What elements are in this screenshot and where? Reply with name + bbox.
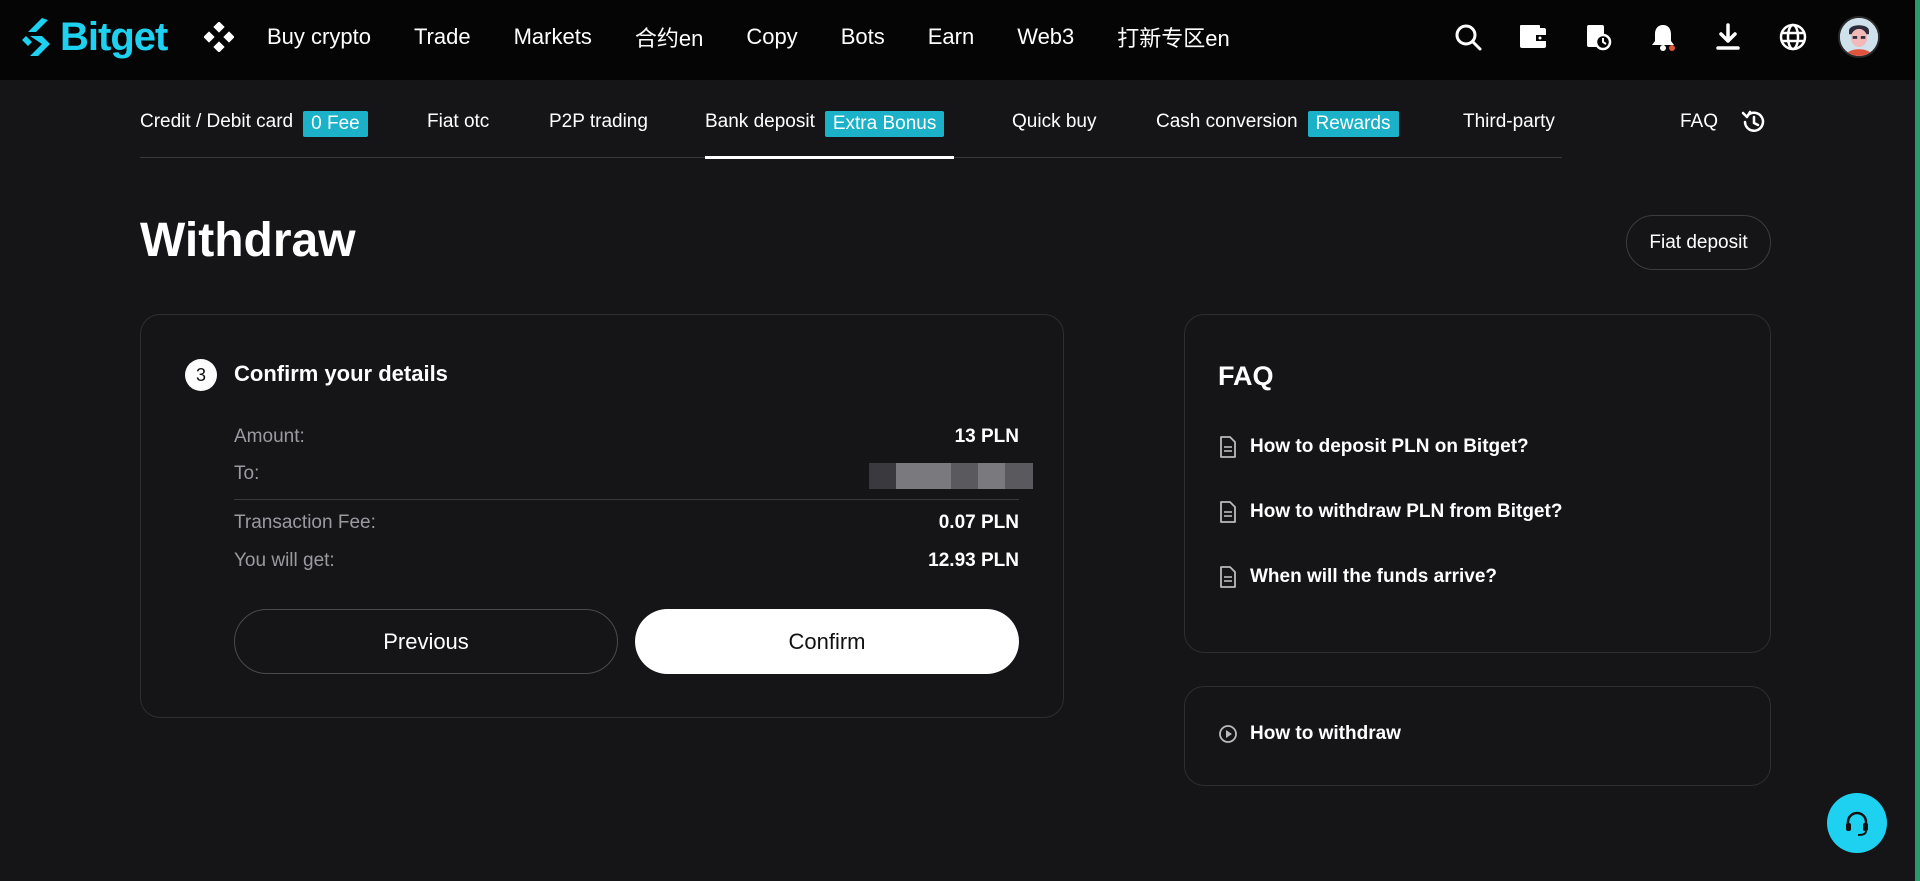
- promo-badge: Extra Bonus: [824, 111, 945, 137]
- fee-value: 0.07 PLN: [938, 512, 1019, 533]
- faq-title: FAQ: [1218, 361, 1274, 391]
- tab-label: Third-party: [1463, 111, 1555, 132]
- confirm-details-card: 3 Confirm your details Amount: 13 PLN To…: [140, 314, 1064, 718]
- nav-copy[interactable]: Copy: [746, 24, 797, 50]
- tab-label: Cash conversion: [1156, 111, 1298, 132]
- masked-recipient-value: [869, 463, 1033, 489]
- fee-row: Transaction Fee: 0.07 PLN: [234, 512, 1019, 540]
- tab-label: Bank deposit: [705, 111, 815, 132]
- tab-credit-debit-card[interactable]: Credit / Debit card 0 Fee: [140, 108, 368, 158]
- confirm-button[interactable]: Confirm: [635, 609, 1019, 674]
- history-icon[interactable]: [1740, 108, 1768, 136]
- orders-icon[interactable]: [1583, 22, 1613, 52]
- nav-web3[interactable]: Web3: [1017, 24, 1074, 50]
- amount-label: Amount:: [234, 426, 305, 447]
- nav-futures[interactable]: 合约en: [635, 21, 703, 53]
- previous-button[interactable]: Previous: [234, 609, 618, 674]
- fiat-deposit-button[interactable]: Fiat deposit: [1626, 215, 1771, 270]
- tab-p2p-trading[interactable]: P2P trading: [549, 108, 648, 158]
- nav-buy-crypto[interactable]: Buy crypto: [267, 24, 371, 50]
- fee-label: Transaction Fee:: [234, 512, 376, 533]
- nav-markets[interactable]: Markets: [514, 24, 592, 50]
- divider: [234, 499, 1019, 500]
- amount-row: Amount: 13 PLN: [234, 426, 1019, 454]
- page-title: Withdraw: [140, 214, 356, 267]
- how-to-withdraw-label: How to withdraw: [1250, 723, 1401, 744]
- nav-trade[interactable]: Trade: [414, 24, 471, 50]
- tab-label: Credit / Debit card: [140, 111, 294, 132]
- payment-method-tabs: Credit / Debit card 0 Fee Fiat otc P2P t…: [140, 108, 1562, 159]
- receive-row: You will get: 12.93 PLN: [234, 550, 1019, 578]
- main-nav-links: Buy crypto Trade Markets 合约en Copy Bots …: [267, 0, 1273, 74]
- download-icon[interactable]: [1713, 22, 1743, 52]
- amount-value: 13 PLN: [954, 426, 1019, 447]
- customer-support-button[interactable]: [1827, 793, 1887, 853]
- faq-item[interactable]: How to withdraw PLN from Bitget?: [1218, 498, 1562, 526]
- faq-item-label: How to withdraw PLN from Bitget?: [1250, 501, 1563, 522]
- promo-badge: 0 Fee: [303, 111, 368, 137]
- bitget-logo[interactable]: Bitget: [22, 14, 168, 60]
- receive-label: You will get:: [234, 550, 335, 571]
- search-icon[interactable]: [1453, 22, 1483, 52]
- globe-icon[interactable]: [1778, 22, 1808, 52]
- faq-item[interactable]: How to deposit PLN on Bitget?: [1218, 433, 1529, 461]
- faq-item-label: When will the funds arrive?: [1250, 566, 1498, 587]
- nav-bots[interactable]: Bots: [841, 24, 885, 50]
- brand-name: Bitget: [60, 14, 168, 59]
- apps-grid-icon[interactable]: [204, 22, 234, 52]
- faq-item[interactable]: When will the funds arrive?: [1218, 563, 1497, 591]
- nav-earn[interactable]: Earn: [928, 24, 974, 50]
- tab-label: P2P trading: [549, 111, 648, 132]
- how-to-withdraw-link[interactable]: How to withdraw: [1218, 723, 1401, 745]
- top-nav: Bitget Buy crypto Trade Markets 合约en Cop…: [0, 0, 1920, 80]
- document-icon: [1220, 566, 1236, 588]
- how-to-withdraw-card: How to withdraw: [1184, 686, 1771, 786]
- bitget-logo-icon: [22, 18, 50, 56]
- tab-cash-conversion[interactable]: Cash conversion Rewards: [1156, 108, 1399, 158]
- tab-third-party[interactable]: Third-party: [1463, 108, 1555, 158]
- receive-value: 12.93 PLN: [928, 550, 1019, 571]
- tab-label: Quick buy: [1012, 111, 1097, 132]
- recipient-label: To:: [234, 463, 260, 484]
- faq-card: FAQ How to deposit PLN on Bitget? How to…: [1184, 314, 1771, 653]
- bell-icon[interactable]: [1648, 22, 1678, 52]
- promo-badge: Rewards: [1307, 111, 1399, 137]
- play-circle-icon: [1219, 725, 1237, 743]
- faq-link[interactable]: FAQ: [1680, 111, 1718, 133]
- nav-launchpad[interactable]: 打新专区en: [1117, 21, 1229, 53]
- avatar[interactable]: [1838, 16, 1880, 58]
- wallet-icon[interactable]: [1518, 22, 1548, 52]
- document-icon: [1220, 436, 1236, 458]
- faq-item-label: How to deposit PLN on Bitget?: [1250, 436, 1529, 457]
- tab-label: Fiat otc: [427, 111, 490, 132]
- tab-quick-buy[interactable]: Quick buy: [1012, 108, 1096, 158]
- document-icon: [1220, 501, 1236, 523]
- right-edge-strip: [1915, 0, 1920, 881]
- step-title: Confirm your details: [234, 361, 448, 386]
- headset-icon: [1846, 811, 1868, 836]
- tab-fiat-otc[interactable]: Fiat otc: [427, 108, 489, 158]
- step-number: 3: [185, 359, 217, 391]
- tab-bank-deposit[interactable]: Bank deposit Extra Bonus: [705, 108, 954, 159]
